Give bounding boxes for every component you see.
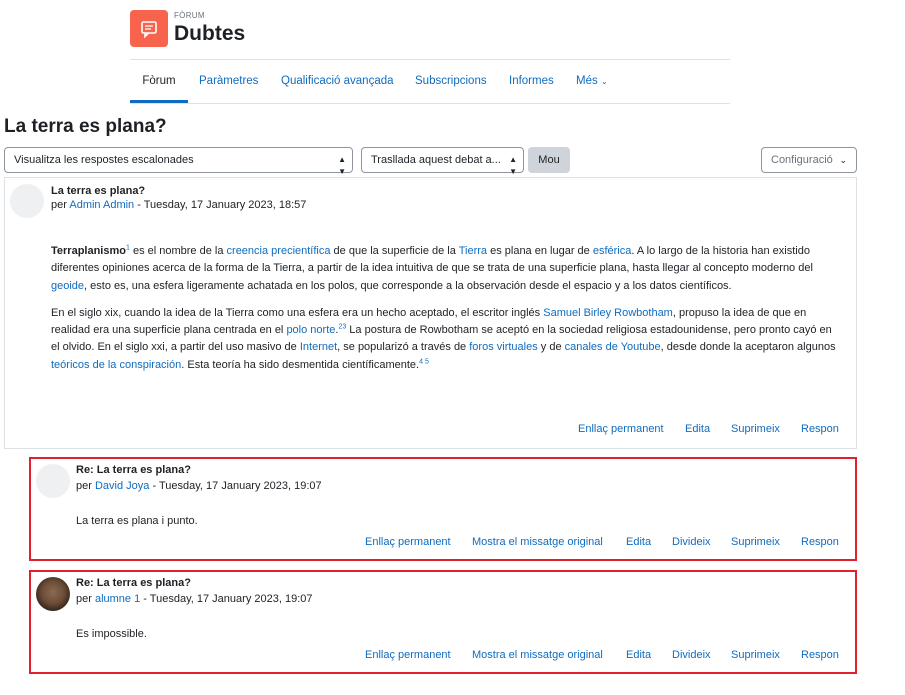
post-actions: Enllaç permanent Mostra el missatge orig… xyxy=(31,536,857,550)
post-meta: per David Joya - Tuesday, 17 January 202… xyxy=(76,480,322,492)
post-by: per xyxy=(51,199,67,211)
edit-link[interactable]: Edita xyxy=(626,536,651,548)
wiki-link[interactable]: canales de Youtube xyxy=(565,341,661,353)
post-by: per xyxy=(76,593,92,605)
tab-advanced-grading[interactable]: Qualificació avançada xyxy=(281,60,394,103)
delete-link[interactable]: Suprimeix xyxy=(731,423,780,435)
settings-button[interactable]: Configuració ⌄ xyxy=(761,147,857,173)
tab-more-label: Més xyxy=(576,75,598,87)
chevron-down-icon: ⌄ xyxy=(839,155,847,165)
activity-title: Dubtes xyxy=(174,22,246,45)
author-link[interactable]: alumne 1 xyxy=(95,593,140,605)
wiki-link[interactable]: teóricos de la conspiración xyxy=(51,359,181,371)
text: es plana en lugar de xyxy=(487,245,593,257)
tab-parameters[interactable]: Paràmetres xyxy=(199,60,258,103)
post-content: La terra es plana i punto. xyxy=(76,515,198,527)
tab-subscriptions[interactable]: Subscripcions xyxy=(415,60,487,103)
activity-kicker: FÒRUM xyxy=(174,11,205,20)
edit-link[interactable]: Edita xyxy=(626,649,651,661)
wiki-link[interactable]: foros virtuales xyxy=(469,341,537,353)
tab-more[interactable]: Més ⌄ xyxy=(576,60,608,103)
permalink-link[interactable]: Enllaç permanent xyxy=(578,423,664,435)
settings-button-label: Configuració xyxy=(771,154,833,166)
post-subject: Re: La terra es plana? xyxy=(76,464,191,476)
permalink-link[interactable]: Enllaç permanent xyxy=(365,536,451,548)
page-title: La terra es plana? xyxy=(4,116,167,137)
post-subject: Re: La terra es plana? xyxy=(76,577,191,589)
reply-post: Re: La terra es plana? per alumne 1 - Tu… xyxy=(29,570,857,674)
post-paragraph: Terraplanismo1 es el nombre de la creenc… xyxy=(51,243,841,295)
edit-link[interactable]: Edita xyxy=(685,423,710,435)
secondary-navigation: Fòrum Paràmetres Qualificació avançada S… xyxy=(130,59,730,104)
post-date: - Tuesday, 17 January 2023, 19:07 xyxy=(149,480,322,492)
wiki-link[interactable]: Internet xyxy=(300,341,337,353)
text: , desde donde la aceptaron algunos xyxy=(660,341,836,354)
activity-header: FÒRUM Dubtes xyxy=(130,10,730,50)
post-meta: per alumne 1 - Tuesday, 17 January 2023,… xyxy=(76,593,312,605)
permalink-link[interactable]: Enllaç permanent xyxy=(365,649,451,661)
post-actions: Enllaç permanent Edita Suprimeix Respon xyxy=(5,423,856,437)
avatar[interactable] xyxy=(36,464,70,498)
move-discussion-select[interactable]: Trasllada aquest debat a... ▲ ▼ xyxy=(361,147,524,176)
show-parent-link[interactable]: Mostra el missatge original xyxy=(472,649,603,661)
text: , se popularizó a través de xyxy=(337,341,470,354)
reply-link[interactable]: Respon xyxy=(801,536,839,548)
main-post: La terra es plana? per Admin Admin - Tue… xyxy=(4,177,857,449)
delete-link[interactable]: Suprimeix xyxy=(731,649,780,661)
select-arrows-icon: ▲ ▼ xyxy=(509,155,517,176)
reply-link[interactable]: Respon xyxy=(801,423,839,435)
text: , esto es, una esfera ligeramente achata… xyxy=(84,279,732,292)
footnote-link[interactable]: 4 5 xyxy=(419,358,429,365)
post-paragraph: En el siglo xix, cuando la idea de la Ti… xyxy=(51,305,841,374)
post-date: - Tuesday, 17 January 2023, 18:57 xyxy=(134,199,307,211)
text: es el nombre de la xyxy=(129,245,227,257)
post-subject: La terra es plana? xyxy=(51,185,146,197)
term: Terraplanismo xyxy=(51,245,126,257)
chevron-down-icon: ⌄ xyxy=(600,77,608,86)
wiki-link[interactable]: esférica xyxy=(593,245,632,257)
wiki-link[interactable]: creencia precientífica xyxy=(227,245,331,257)
post-meta: per Admin Admin - Tuesday, 17 January 20… xyxy=(51,199,306,211)
text: de que la superficie de la xyxy=(330,245,459,257)
tab-forum[interactable]: Fòrum xyxy=(130,60,188,103)
post-date: - Tuesday, 17 January 2023, 19:07 xyxy=(140,593,313,605)
author-link[interactable]: Admin Admin xyxy=(69,199,134,211)
wiki-link[interactable]: Samuel Birley Rowbotham xyxy=(543,307,673,319)
author-link[interactable]: David Joya xyxy=(95,480,149,492)
text: En el siglo xix, cuando la idea de la Ti… xyxy=(51,306,544,319)
wiki-link[interactable]: geoide xyxy=(51,280,84,292)
post-content: Es impossible. xyxy=(76,628,147,640)
split-link[interactable]: Divideix xyxy=(672,649,711,661)
wiki-link[interactable]: polo norte xyxy=(286,324,335,336)
move-button[interactable]: Mou xyxy=(528,147,570,173)
select-arrows-icon: ▲ ▼ xyxy=(338,155,346,176)
display-mode-value: Visualitza les respostes escalonades xyxy=(14,154,194,166)
reply-link[interactable]: Respon xyxy=(801,649,839,661)
avatar[interactable] xyxy=(36,577,70,611)
forum-icon xyxy=(130,10,168,47)
reply-post: Re: La terra es plana? per David Joya - … xyxy=(29,457,857,561)
text: y de xyxy=(537,341,565,354)
display-mode-select[interactable]: Visualitza les respostes escalonades ▲ ▼ xyxy=(4,147,353,176)
wiki-link[interactable]: Tierra xyxy=(459,245,487,257)
show-parent-link[interactable]: Mostra el missatge original xyxy=(472,536,603,548)
post-by: per xyxy=(76,480,92,492)
split-link[interactable]: Divideix xyxy=(672,536,711,548)
delete-link[interactable]: Suprimeix xyxy=(731,536,780,548)
text: . Esta teoría ha sido desmentida científ… xyxy=(181,358,420,371)
post-content: Terraplanismo1 es el nombre de la creenc… xyxy=(51,243,841,384)
post-actions: Enllaç permanent Mostra el missatge orig… xyxy=(31,649,857,663)
avatar[interactable] xyxy=(10,184,44,218)
tab-reports[interactable]: Informes xyxy=(509,60,554,103)
move-discussion-value: Trasllada aquest debat a... xyxy=(371,154,501,166)
